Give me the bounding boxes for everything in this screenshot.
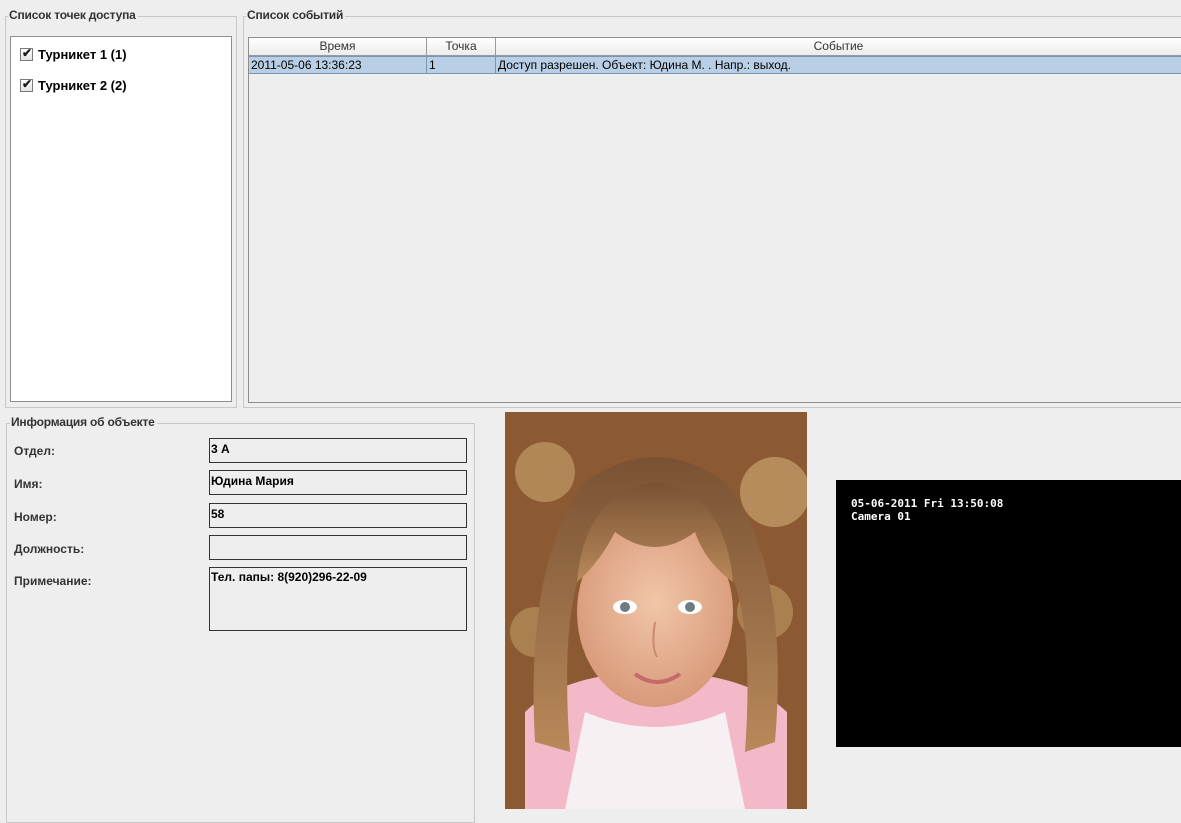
object-photo — [505, 412, 807, 809]
department-field: 3 А — [209, 438, 467, 463]
camera-name: Camera 01 — [851, 510, 911, 523]
events-table[interactable]: Время Точка Событие 2011-05-06 13:36:23 … — [248, 37, 1181, 403]
number-field: 58 — [209, 503, 467, 528]
field-label-number: Номер: — [14, 510, 57, 524]
access-point-label: Турникет 2 (2) — [38, 77, 127, 93]
camera-timestamp: 05-06-2011 Fri 13:50:08 — [851, 497, 1004, 510]
cell-event: Доступ разрешен. Объект: Юдина М. . Напр… — [498, 58, 791, 72]
name-field: Юдина Мария — [209, 470, 467, 495]
portrait-image — [505, 412, 807, 809]
column-header-point[interactable]: Точка — [427, 38, 496, 55]
events-table-header: Время Точка Событие — [249, 38, 1181, 56]
checkbox[interactable]: ✔ — [20, 45, 33, 61]
cell-point: 1 — [427, 57, 496, 73]
access-point-label: Турникет 1 (1) — [38, 46, 127, 62]
checkmark-icon: ✔ — [22, 76, 33, 91]
cell-time: 2011-05-06 13:36:23 — [249, 57, 427, 73]
field-label-note: Примечание: — [14, 574, 92, 588]
column-header-event[interactable]: Событие — [496, 38, 1181, 55]
checkbox[interactable]: ✔ — [20, 76, 33, 92]
table-row[interactable]: 2011-05-06 13:36:23 1 Доступ разрешен. О… — [249, 56, 1181, 74]
object-info-title: Информация об объекте — [10, 415, 157, 429]
access-points-list[interactable]: ✔ Турникет 1 (1) ✔ Турникет 2 (2) — [10, 36, 232, 402]
camera-view: 05-06-2011 Fri 13:50:08 Camera 01 — [836, 480, 1181, 747]
access-points-title: Список точек доступа — [8, 8, 138, 22]
checkmark-icon: ✔ — [22, 45, 33, 60]
field-label-name: Имя: — [14, 477, 43, 491]
note-field: Тел. папы: 8(920)296-22-09 — [209, 567, 467, 631]
access-point-item[interactable]: ✔ Турникет 2 (2) — [20, 76, 127, 94]
column-header-time[interactable]: Время — [249, 38, 427, 55]
field-label-position: Должность: — [14, 542, 85, 556]
field-label-department: Отдел: — [14, 444, 55, 458]
position-field — [209, 535, 467, 560]
access-point-item[interactable]: ✔ Турникет 1 (1) — [20, 45, 127, 63]
events-title: Список событий — [246, 8, 346, 22]
